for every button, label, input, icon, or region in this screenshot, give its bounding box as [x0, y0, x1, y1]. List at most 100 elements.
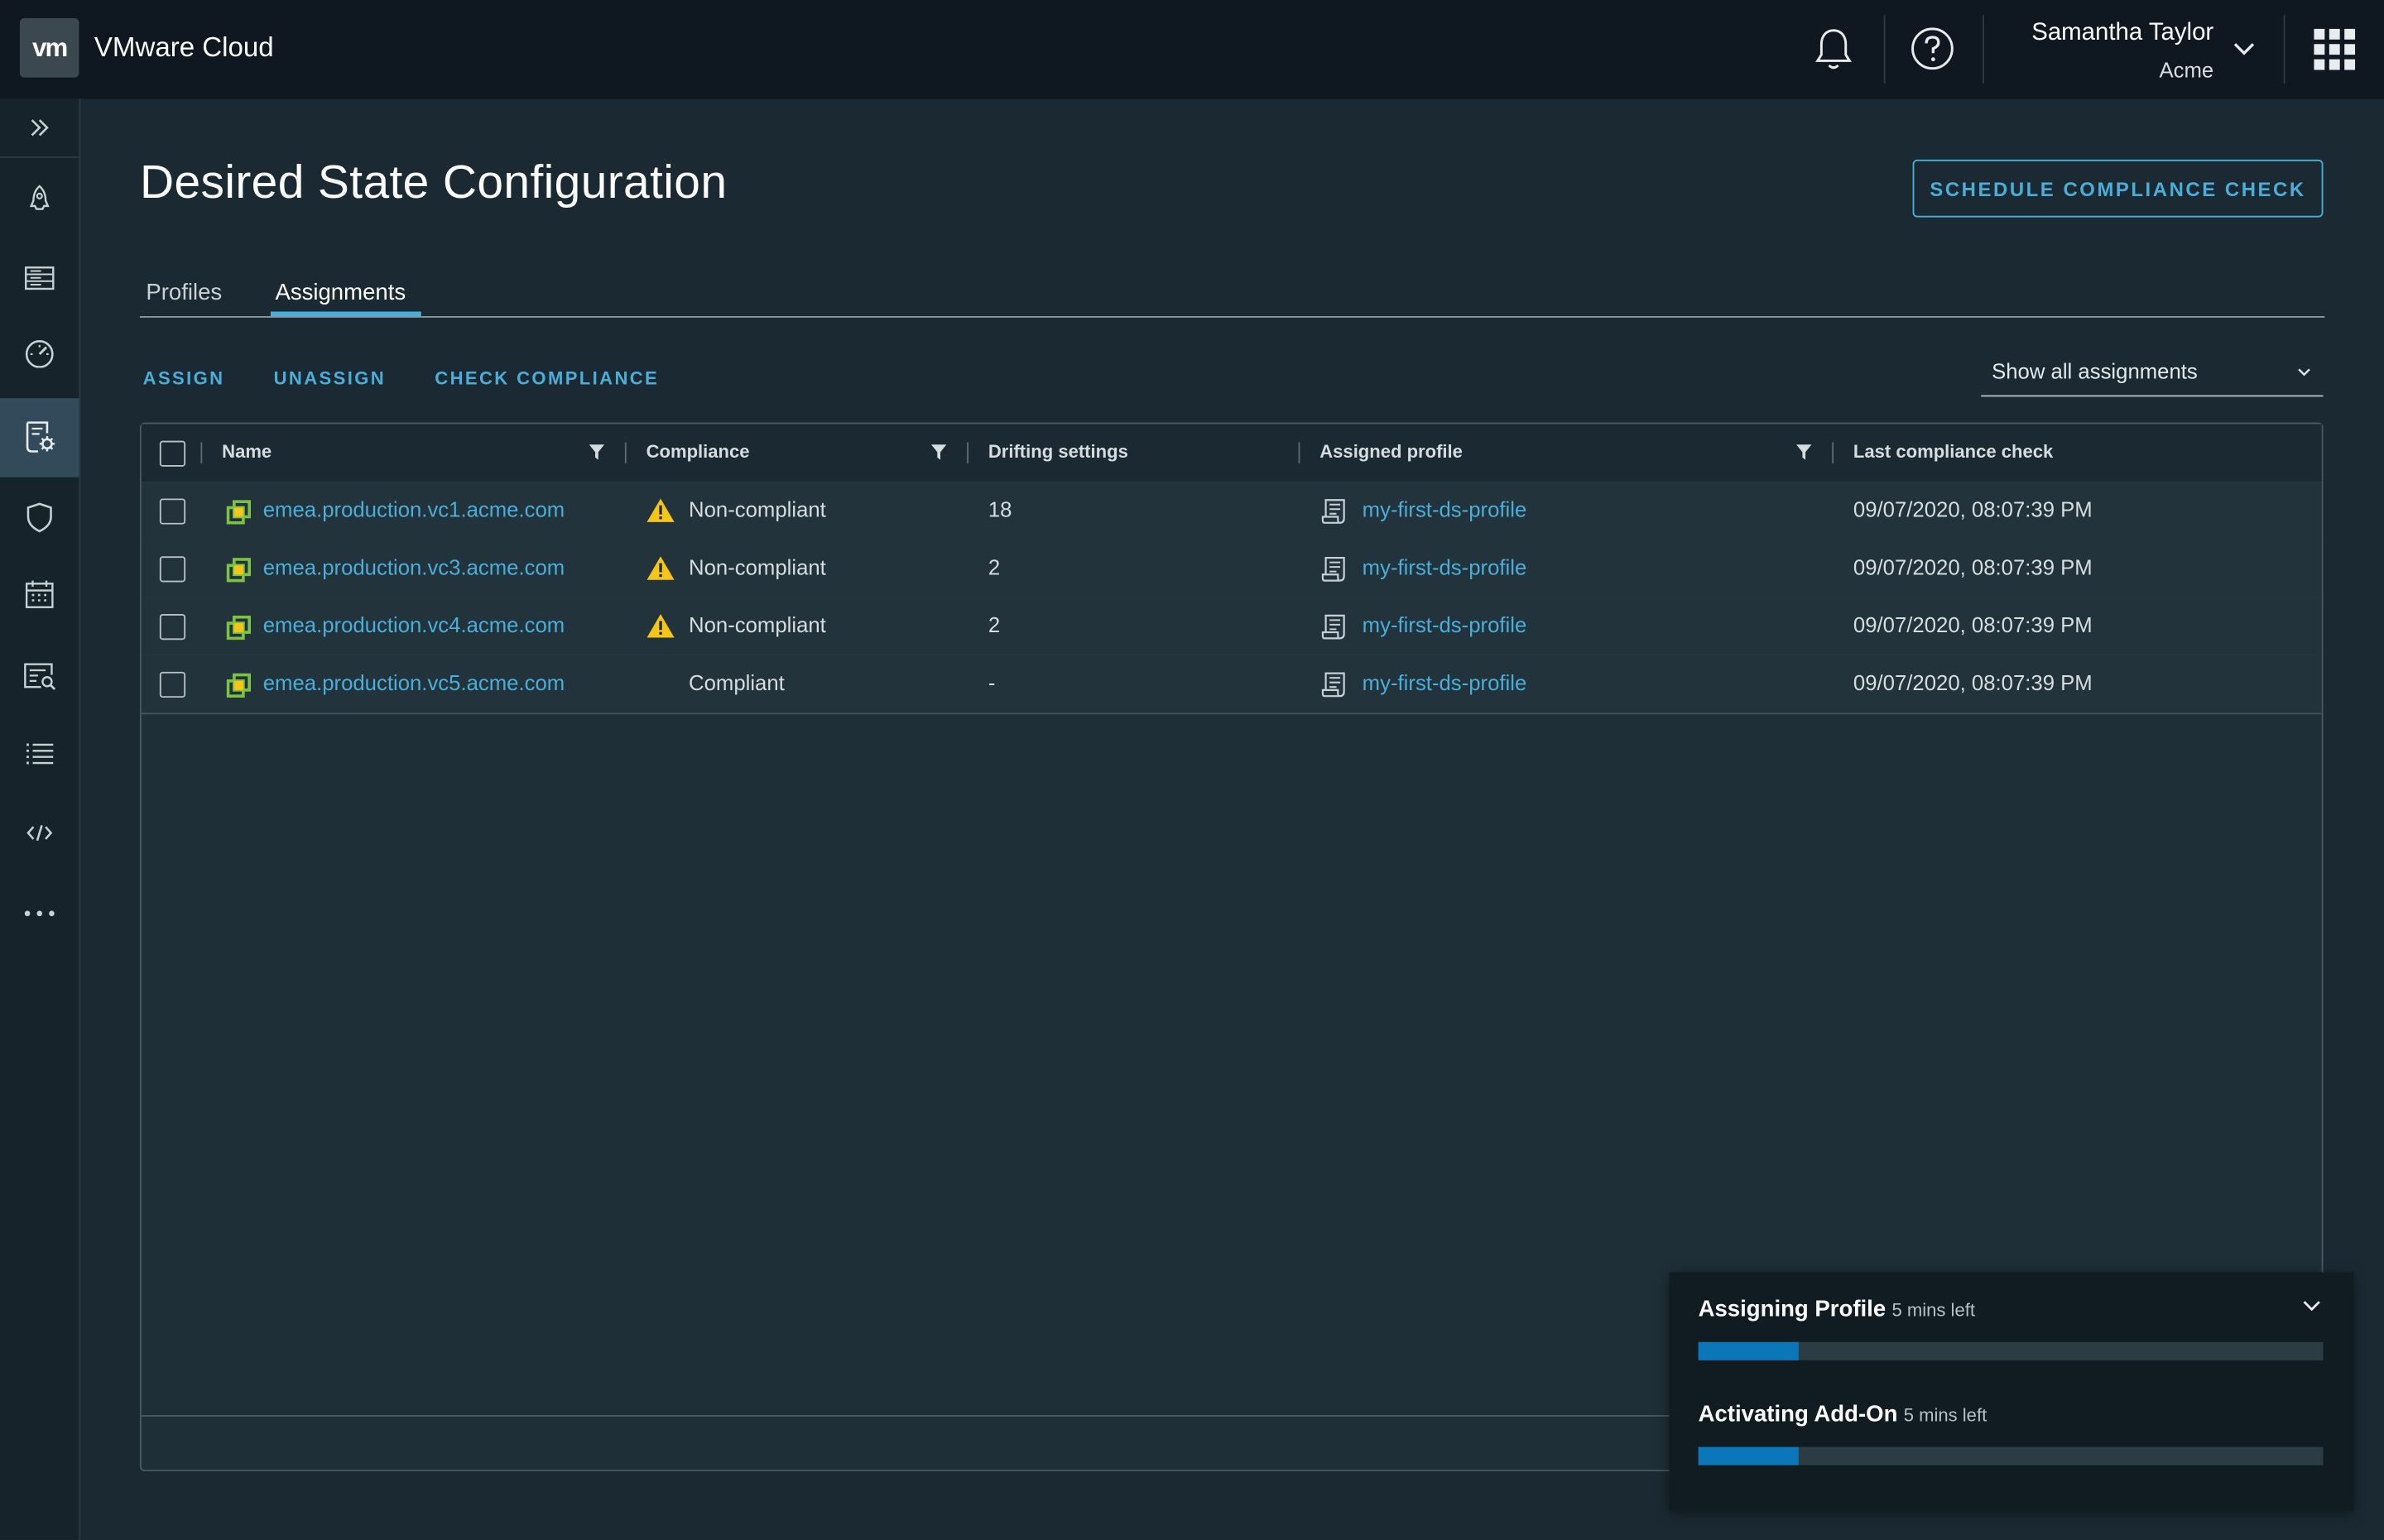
page-title: Desired State Configuration [139, 155, 728, 209]
vcenter-server-icon [226, 500, 252, 525]
header-divider [1983, 15, 1984, 84]
profile-document-icon [1321, 672, 1345, 698]
column-header-last-compliance-check[interactable]: Last compliance check [1853, 441, 2053, 463]
code-icon [26, 824, 53, 842]
select-all-checkbox[interactable] [159, 440, 186, 467]
bullet-list-icon [26, 743, 54, 765]
column-header-compliance[interactable]: Compliance [646, 441, 750, 463]
schedule-compliance-check-button[interactable]: SCHEDULE COMPLIANCE CHECK [1912, 159, 2324, 218]
row-profile-link[interactable]: my-first-ds-profile [1363, 670, 1527, 694]
row-last-check: 09/07/2020, 08:07:39 PM [1853, 554, 2093, 579]
tab-profiles[interactable]: Profiles [146, 280, 222, 305]
top-header: vm VMware Cloud Samantha Taylor Acme [0, 0, 2384, 99]
table-row[interactable]: emea.production.vc5.acme.com Compliant -… [141, 655, 2322, 715]
row-drifting-count: 2 [988, 612, 1001, 637]
sidebar-item-tasks[interactable] [0, 714, 79, 794]
sidebar-item-reports[interactable] [0, 637, 79, 717]
row-name-link[interactable]: emea.production.vc5.acme.com [263, 670, 565, 694]
row-drifting-count: 18 [988, 497, 1012, 521]
config-profile-icon [26, 421, 55, 453]
table-row[interactable]: emea.production.vc3.acme.com Non-complia… [141, 540, 2322, 599]
row-name-link[interactable]: emea.production.vc1.acme.com [263, 497, 565, 521]
row-checkbox[interactable] [159, 614, 186, 640]
check-compliance-button[interactable]: CHECK COMPLIANCE [435, 367, 659, 389]
app-switcher-grid-icon[interactable] [2314, 28, 2356, 70]
sidebar-item-inventory[interactable] [0, 238, 79, 318]
list-view-icon [25, 266, 55, 290]
progress-fill [1698, 1341, 1799, 1360]
chevron-down-icon[interactable] [2302, 1299, 2322, 1313]
filter-icon[interactable] [589, 444, 605, 460]
more-horizontal-icon [24, 910, 55, 917]
sidebar-expand-toggle[interactable] [0, 98, 79, 159]
row-profile-link[interactable]: my-first-ds-profile [1363, 497, 1527, 521]
vcenter-server-icon [226, 558, 252, 583]
sidebar-item-monitor[interactable] [0, 313, 79, 392]
column-divider [1298, 442, 1300, 464]
row-last-check: 09/07/2020, 08:07:39 PM [1853, 612, 2093, 637]
filter-icon[interactable] [930, 444, 947, 460]
unassign-button[interactable]: UNASSIGN [274, 367, 386, 389]
row-compliance-status: Non-compliant [689, 497, 826, 521]
help-icon[interactable] [1910, 24, 1955, 73]
filter-selected-value: Show all assignments [1992, 358, 2198, 383]
table-row[interactable]: emea.production.vc1.acme.com Non-complia… [141, 482, 2322, 541]
row-drifting-count: 2 [988, 554, 1001, 579]
task-item: Activating Add-On 5 mins left [1699, 1401, 1987, 1427]
row-name-link[interactable]: emea.production.vc3.acme.com [263, 554, 565, 578]
profile-document-icon [1321, 499, 1345, 524]
row-compliance-status: Compliant [689, 669, 785, 695]
filter-icon[interactable] [1795, 444, 1812, 460]
row-profile-link[interactable]: my-first-ds-profile [1363, 554, 1527, 578]
column-header-assigned-profile[interactable]: Assigned profile [1319, 441, 1463, 463]
task-title: Assigning Profile [1698, 1296, 1887, 1322]
progress-fill [1698, 1446, 1799, 1466]
header-divider [2283, 15, 2285, 84]
sidebar-item-developer[interactable] [0, 794, 79, 873]
profile-document-icon [1321, 556, 1345, 582]
sidebar-item-launch[interactable] [0, 160, 79, 239]
row-last-check: 09/07/2020, 08:07:39 PM [1853, 669, 2093, 695]
column-header-name[interactable]: Name [222, 441, 272, 463]
column-divider [1832, 442, 1834, 464]
tab-assignments[interactable]: Assignments [275, 280, 406, 305]
column-divider [967, 442, 968, 464]
shield-icon [26, 501, 52, 532]
profile-document-icon [1321, 614, 1345, 640]
user-name[interactable]: Samantha Taylor [2031, 20, 2213, 47]
double-chevron-right-icon [31, 119, 49, 137]
row-compliance-status: Non-compliant [689, 554, 826, 579]
column-divider [624, 442, 627, 464]
active-tab-indicator [270, 311, 421, 317]
header-divider [1883, 15, 1886, 84]
app-title[interactable]: VMware Cloud [94, 32, 274, 65]
warning-icon [646, 556, 675, 580]
sidebar-item-schedule[interactable] [0, 554, 79, 634]
row-last-check: 09/07/2020, 08:07:39 PM [1853, 497, 2093, 521]
column-header-drifting-settings[interactable]: Drifting settings [988, 441, 1128, 463]
column-divider [200, 442, 203, 464]
assign-button[interactable]: ASSIGN [143, 367, 225, 389]
task-eta: 5 mins left [1891, 1299, 1975, 1322]
assignment-filter-select[interactable]: Show all assignments [1981, 349, 2324, 397]
row-profile-link[interactable]: my-first-ds-profile [1363, 612, 1527, 636]
org-name[interactable]: Acme [2159, 58, 2213, 82]
row-name-link[interactable]: emea.production.vc4.acme.com [263, 612, 565, 636]
chevron-down-icon[interactable] [2232, 36, 2256, 60]
table-row[interactable]: emea.production.vc4.acme.com Non-complia… [141, 597, 2322, 657]
dashboard-gauge-icon [25, 340, 54, 368]
row-checkbox[interactable] [159, 671, 186, 698]
sidebar-item-more[interactable] [0, 874, 79, 953]
sidebar-item-desired-state[interactable] [0, 398, 79, 477]
vcenter-server-icon [226, 615, 252, 640]
vmware-logo[interactable]: vm [19, 18, 79, 78]
search-report-icon [24, 663, 56, 690]
sidebar-item-security[interactable] [0, 477, 79, 557]
row-checkbox[interactable] [159, 556, 186, 583]
rocket-icon [29, 185, 50, 210]
task-progress-panel: Assigning Profile 5 mins left Activating … [1669, 1272, 2354, 1511]
warning-icon [646, 498, 675, 522]
bell-icon[interactable] [1811, 24, 1857, 73]
row-checkbox[interactable] [159, 498, 186, 525]
vcenter-server-icon [226, 673, 252, 698]
